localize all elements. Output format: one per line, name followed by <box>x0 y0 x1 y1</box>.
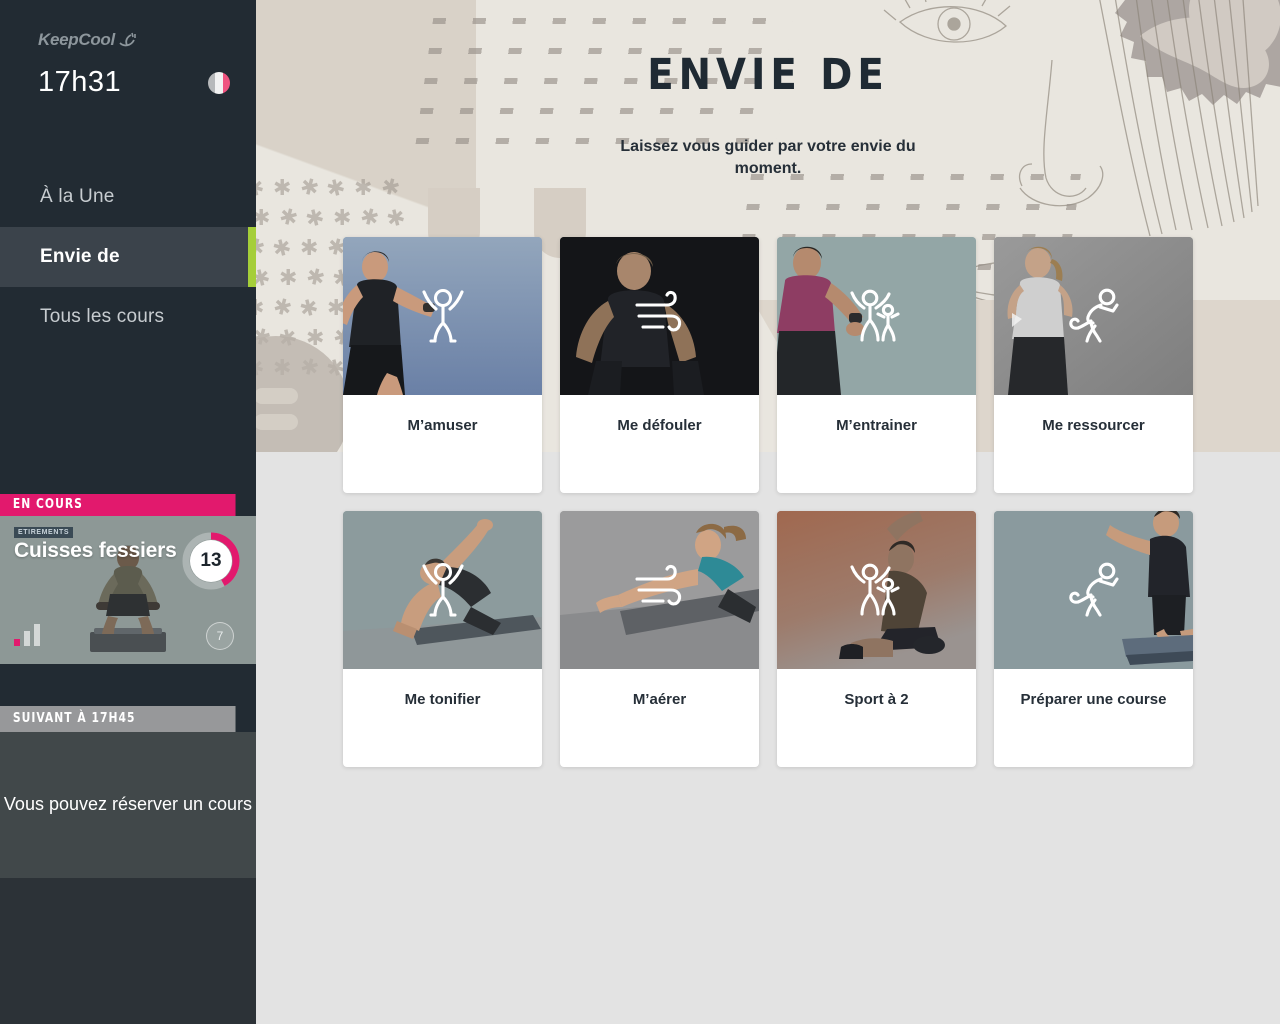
category-card-label: Sport à 2 <box>844 691 909 709</box>
next-class-message-text: Vous pouvez réserver un cours <box>3 794 253 815</box>
category-card[interactable]: Préparer une course <box>994 511 1193 768</box>
live-participants-badge: 7 <box>206 621 234 650</box>
category-card[interactable]: M’entrainer <box>777 237 976 494</box>
sidebar: KeepCool 17h31 À la Une Envie de Tous le… <box>0 0 256 1024</box>
two-people-icon <box>844 283 910 349</box>
category-card-label: Préparer une course <box>1020 691 1167 709</box>
sidebar-item-envie-de[interactable]: Envie de <box>0 227 256 287</box>
wind-icon <box>627 283 693 349</box>
jumping-person-icon <box>410 283 476 349</box>
sidebar-nav: À la Une Envie de Tous les cours <box>0 167 256 347</box>
category-card-image <box>777 237 976 396</box>
next-class-message[interactable]: Vous pouvez réserver un cours <box>0 731 256 878</box>
running-person-icon <box>1061 283 1127 349</box>
category-card-image <box>560 511 759 670</box>
live-class-title: Cuisses fessiers <box>14 538 177 562</box>
wind-icon <box>627 557 693 623</box>
running-person-icon <box>1061 557 1127 623</box>
jumping-person-icon <box>410 557 476 623</box>
category-card[interactable]: Me défouler <box>560 237 759 494</box>
category-card-image <box>994 511 1193 670</box>
category-card-image <box>777 511 976 670</box>
category-card-label: M’aérer <box>632 691 687 709</box>
page-title: ENVIE DE <box>647 50 889 100</box>
category-card[interactable]: Me tonifier <box>343 511 542 768</box>
sidebar-item-label: À la Une <box>40 186 115 207</box>
category-card[interactable]: M’amuser <box>343 237 542 494</box>
brand-name: KeepCool <box>38 30 115 49</box>
sidebar-footer-filler <box>0 877 256 1024</box>
leaf-swoosh-icon <box>119 32 136 47</box>
live-class-category-badge: ETIREMENTS <box>14 526 74 538</box>
category-card-label: Me ressourcer <box>1042 417 1145 435</box>
category-card-image <box>560 237 759 396</box>
live-banner-header: EN COURS <box>0 493 236 516</box>
sidebar-item-label: Tous les cours <box>40 306 165 327</box>
category-card-grid: M’amuser Me défouler M’entrainer Me ress… <box>343 237 1193 768</box>
category-card-image <box>994 237 1193 396</box>
signal-bars-icon <box>14 623 40 646</box>
main-content: ENVIE DE Laissez vous guider par votre e… <box>256 0 1280 1024</box>
live-countdown-ring: 13 <box>182 532 240 590</box>
france-flag-icon[interactable] <box>208 71 230 94</box>
category-card[interactable]: Me ressourcer <box>994 237 1193 494</box>
category-card[interactable]: Sport à 2 <box>777 511 976 768</box>
current-time: 17h31 <box>38 66 122 98</box>
category-card-label: Me tonifier <box>404 691 481 709</box>
category-card-label: M’entrainer <box>836 417 917 435</box>
category-card-image <box>343 511 542 670</box>
sidebar-item-a-la-une[interactable]: À la Une <box>0 167 256 227</box>
page-subtitle: Laissez vous guider par votre envie du m… <box>620 138 916 177</box>
category-card[interactable]: M’aérer <box>560 511 759 768</box>
category-card-image <box>343 237 542 396</box>
sidebar-divider <box>0 663 256 706</box>
sidebar-item-tous-les-cours[interactable]: Tous les cours <box>0 287 256 347</box>
clock-row: 17h31 <box>0 66 256 99</box>
category-card-label: Me défouler <box>617 417 702 435</box>
two-people-icon <box>844 557 910 623</box>
sidebar-item-label: Envie de <box>40 246 120 267</box>
category-card-label: M’amuser <box>407 417 478 435</box>
live-countdown-value: 13 <box>200 549 222 571</box>
brand-logo: KeepCool <box>38 30 256 50</box>
live-class-card[interactable]: ETIREMENTS Cuisses fessiers 13 7 <box>0 515 256 664</box>
brand-block: KeepCool <box>0 0 256 50</box>
next-class-header: SUIVANT À 17H45 <box>0 705 236 732</box>
